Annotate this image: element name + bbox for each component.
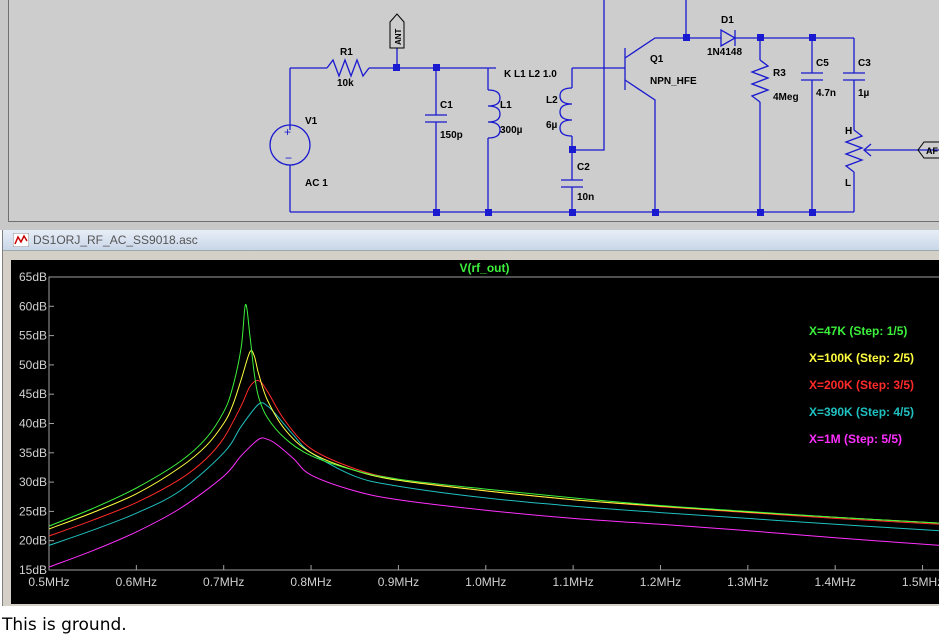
c3-value: 1µ (858, 88, 870, 99)
v1-value: AC 1 (305, 178, 328, 189)
minus-sign: − (285, 151, 292, 165)
r3-value: 4Meg (773, 92, 799, 103)
d1-name: D1 (721, 15, 734, 26)
x-tick-label: 1.4MHz (815, 575, 856, 589)
coupling-directive: K L1 L2 1.0 (504, 69, 557, 80)
c2-name: C2 (577, 162, 590, 173)
x-tick-label: 0.5MHz (28, 575, 69, 589)
x-tick-label: 0.8MHz (290, 575, 331, 589)
l2-name: L2 (546, 95, 558, 106)
x-tick-label: 1.2MHz (640, 575, 681, 589)
series-line (48, 303, 939, 527)
junction-dot (433, 64, 440, 71)
schematic-panel[interactable]: + − R1 10k V1 AC 1 C1 150p L1 300µ K L1 … (0, 0, 939, 229)
junction-dot (569, 209, 576, 216)
r3-name: R3 (773, 68, 786, 79)
plus-sign: + (284, 125, 291, 139)
c1-name: C1 (440, 100, 453, 111)
junction-dot (757, 209, 764, 216)
legend-entry: X=47K (Step: 1/5) (809, 324, 907, 338)
pot-l-label: L (845, 178, 851, 189)
y-tick-label: 55dB (19, 329, 47, 343)
q1-name: Q1 (650, 54, 664, 65)
c1-value: 150p (440, 130, 463, 141)
y-tick-label: 65dB (19, 270, 47, 284)
chart-title: V(rf_out) (460, 261, 510, 275)
resistor-r1 (326, 58, 370, 78)
y-tick-label: 35dB (19, 446, 47, 460)
r1-name: R1 (340, 47, 353, 58)
x-tick-label: 0.6MHz (116, 575, 157, 589)
x-tick-label: 1.5MHz (902, 575, 939, 589)
plot-pane[interactable]: V(rf_out) 65dB 60dB 55dB 50dB 45dB 40dB 35dB 30d… (11, 260, 939, 604)
y-tick-label: 30dB (19, 475, 47, 489)
junction-dot (652, 209, 659, 216)
d1-value: 1N4148 (707, 47, 742, 58)
series-line (48, 437, 939, 568)
legend-entry: X=200K (Step: 3/5) (809, 378, 914, 392)
series-line (48, 349, 939, 530)
junction-dot (809, 209, 816, 216)
r1-value: 10k (337, 78, 354, 89)
l1-value: 300µ (500, 125, 523, 136)
junction-dot (757, 34, 764, 41)
y-tick-label: 50dB (19, 358, 47, 372)
junction-dot (569, 146, 576, 153)
y-tick-label: 40dB (19, 417, 47, 431)
x-tick-label: 0.7MHz (203, 575, 244, 589)
schematic-drawing[interactable]: + − R1 10k V1 AC 1 C1 150p L1 300µ K L1 … (9, 0, 939, 221)
c5-name: C5 (816, 58, 829, 69)
x-tick-label: 0.9MHz (378, 575, 419, 589)
y-tick-label: 20dB (19, 534, 47, 548)
y-tick-label: 60dB (19, 299, 47, 313)
junction-dot (809, 34, 816, 41)
waveform-icon (13, 233, 29, 247)
af-label: AF (926, 146, 938, 156)
waveform-window[interactable]: DS1ORJ_RF_AC_SS9018.asc V(rf_out) 65dB 60d… (2, 230, 939, 606)
junction-dot (485, 209, 492, 216)
c5-value: 4.7n (816, 88, 836, 99)
legend-entry: X=1M (Step: 5/5) (809, 432, 902, 446)
plot-frame (48, 276, 939, 571)
ant-label: ANT (394, 28, 403, 45)
junction-dot (683, 34, 690, 41)
series-line (48, 380, 939, 537)
series-line (48, 402, 939, 546)
inductor-l1 (487, 89, 501, 139)
pot-h-label: H (845, 126, 852, 137)
x-tick-label: 1.0MHz (465, 575, 506, 589)
resistor-r3 (750, 59, 770, 103)
l1-name: L1 (500, 100, 512, 111)
legend-entry: X=390K (Step: 4/5) (809, 405, 914, 419)
c2-value: 10n (577, 192, 594, 203)
legend-entry: X=100K (Step: 2/5) (809, 351, 914, 365)
schematic-canvas[interactable]: + − R1 10k V1 AC 1 C1 150p L1 300µ K L1 … (8, 0, 939, 222)
splitter-bar[interactable] (0, 222, 939, 230)
v1-name: V1 (305, 116, 318, 127)
caption-text: This is ground. (2, 615, 127, 635)
inductor-l2 (559, 87, 573, 137)
waveform-title-bar[interactable]: DS1ORJ_RF_AC_SS9018.asc (3, 230, 939, 251)
c3-name: C3 (858, 58, 871, 69)
q1-value: NPN_HFE (650, 76, 697, 87)
diode-d1 (720, 28, 737, 48)
junction-dot (433, 209, 440, 216)
x-tick-label: 1.3MHz (727, 575, 768, 589)
x-tick-label: 1.1MHz (552, 575, 593, 589)
wire (572, 0, 605, 151)
junction-dot (393, 64, 400, 71)
l2-value: 6µ (546, 120, 558, 131)
y-tick-label: 45dB (19, 387, 47, 401)
waveform-window-title: DS1ORJ_RF_AC_SS9018.asc (33, 233, 198, 247)
chart-svg[interactable]: V(rf_out) 65dB 60dB 55dB 50dB 45dB 40dB 35dB 30d… (11, 260, 939, 604)
y-tick-label: 25dB (19, 504, 47, 518)
